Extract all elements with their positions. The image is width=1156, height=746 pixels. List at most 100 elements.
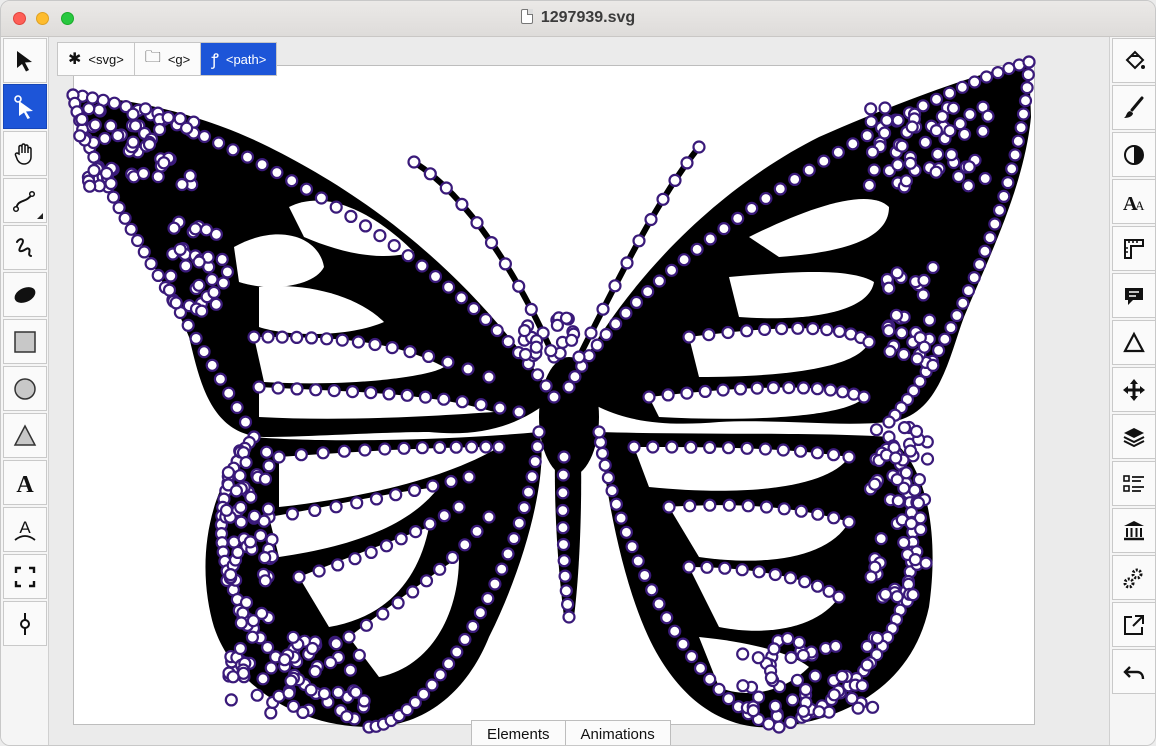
path-node[interactable] — [530, 440, 545, 454]
path-node[interactable] — [255, 157, 269, 172]
path-node[interactable] — [528, 454, 542, 469]
comment-tool-button[interactable] — [1112, 273, 1155, 318]
path-node[interactable] — [788, 172, 802, 186]
path-node[interactable] — [891, 158, 905, 172]
path-node[interactable] — [512, 516, 526, 530]
path-node[interactable] — [883, 344, 897, 359]
path-node[interactable] — [308, 503, 322, 517]
path-node[interactable] — [855, 678, 869, 693]
path-node[interactable] — [810, 382, 825, 396]
path-node[interactable] — [751, 690, 766, 704]
path-node[interactable] — [961, 284, 976, 298]
path-node[interactable] — [568, 370, 582, 384]
freehand-tool-button[interactable] — [3, 225, 47, 270]
path-node[interactable] — [455, 395, 469, 409]
path-node[interactable] — [867, 163, 881, 177]
path-node[interactable] — [507, 532, 521, 546]
path-node[interactable] — [619, 306, 633, 320]
path-node[interactable] — [142, 137, 157, 152]
path-node[interactable] — [285, 174, 299, 188]
path-node[interactable] — [846, 137, 860, 151]
path-node[interactable] — [458, 632, 472, 647]
path-node[interactable] — [835, 385, 850, 399]
path-node[interactable] — [792, 635, 806, 650]
path-node[interactable] — [441, 355, 455, 369]
path-node[interactable] — [983, 231, 997, 245]
path-node[interactable] — [162, 283, 177, 297]
path-node[interactable] — [917, 273, 931, 287]
path-node[interactable] — [645, 583, 659, 597]
path-node[interactable] — [373, 229, 387, 243]
path-node[interactable] — [827, 511, 841, 525]
path-node[interactable] — [790, 673, 805, 687]
path-node[interactable] — [470, 216, 484, 230]
path-node[interactable] — [865, 145, 880, 159]
path-node[interactable] — [290, 382, 304, 396]
path-node[interactable] — [656, 192, 670, 206]
path-node[interactable] — [99, 166, 114, 180]
path-node[interactable] — [152, 122, 167, 137]
path-node[interactable] — [167, 221, 181, 235]
path-node[interactable] — [889, 451, 903, 465]
path-node[interactable] — [909, 424, 924, 438]
path-node[interactable] — [439, 181, 453, 195]
path-node[interactable] — [889, 308, 904, 322]
path-node[interactable] — [224, 567, 238, 582]
path-node[interactable] — [151, 268, 165, 282]
path-node[interactable] — [864, 570, 878, 584]
path-node[interactable] — [662, 500, 676, 514]
path-node[interactable] — [433, 668, 447, 682]
path-node[interactable] — [138, 102, 153, 116]
path-node[interactable] — [627, 440, 641, 454]
path-node[interactable] — [85, 91, 100, 105]
path-node[interactable] — [490, 323, 504, 338]
path-node[interactable] — [992, 203, 1007, 217]
select-tool-button[interactable] — [3, 38, 47, 83]
path-node[interactable] — [917, 340, 932, 354]
path-node[interactable] — [189, 331, 203, 345]
path-node[interactable] — [736, 647, 750, 661]
path-node[interactable] — [741, 499, 755, 513]
path-node[interactable] — [351, 335, 365, 349]
path-node[interactable] — [285, 507, 299, 521]
path-node[interactable] — [345, 385, 360, 399]
path-node[interactable] — [862, 335, 876, 349]
path-node[interactable] — [234, 616, 248, 630]
path-node[interactable] — [467, 302, 481, 316]
path-node[interactable] — [776, 443, 790, 457]
path-node[interactable] — [275, 330, 289, 344]
path-node[interactable] — [428, 269, 443, 284]
path-node[interactable] — [518, 324, 532, 338]
path-node[interactable] — [768, 567, 782, 582]
path-node[interactable] — [197, 345, 211, 359]
path-node[interactable] — [712, 682, 726, 697]
path-node[interactable] — [544, 344, 558, 358]
path-node[interactable] — [238, 415, 253, 429]
path-node[interactable] — [215, 252, 229, 266]
path-node[interactable] — [646, 440, 660, 454]
path-node[interactable] — [595, 446, 610, 460]
path-node[interactable] — [359, 618, 373, 632]
path-node[interactable] — [331, 685, 345, 700]
path-node[interactable] — [991, 65, 1005, 80]
path-node[interactable] — [82, 102, 96, 116]
path-node[interactable] — [233, 469, 247, 483]
path-node[interactable] — [532, 425, 546, 439]
path-node[interactable] — [233, 641, 247, 656]
path-node[interactable] — [406, 585, 420, 599]
path-node[interactable] — [349, 685, 363, 699]
path-node[interactable] — [282, 686, 296, 700]
path-node[interactable] — [796, 381, 811, 395]
path-node[interactable] — [796, 704, 811, 718]
path-node[interactable] — [920, 452, 935, 466]
path-node[interactable] — [317, 686, 331, 701]
breadcrumb-svg[interactable]: ✱ <svg> — [58, 43, 135, 75]
path-node[interactable] — [255, 606, 269, 621]
path-node[interactable] — [230, 400, 244, 415]
path-node[interactable] — [782, 381, 796, 395]
path-node[interactable] — [817, 154, 831, 168]
path-node[interactable] — [376, 607, 390, 621]
path-node[interactable] — [684, 440, 698, 454]
path-node[interactable] — [492, 440, 506, 454]
path-node[interactable] — [716, 383, 730, 397]
